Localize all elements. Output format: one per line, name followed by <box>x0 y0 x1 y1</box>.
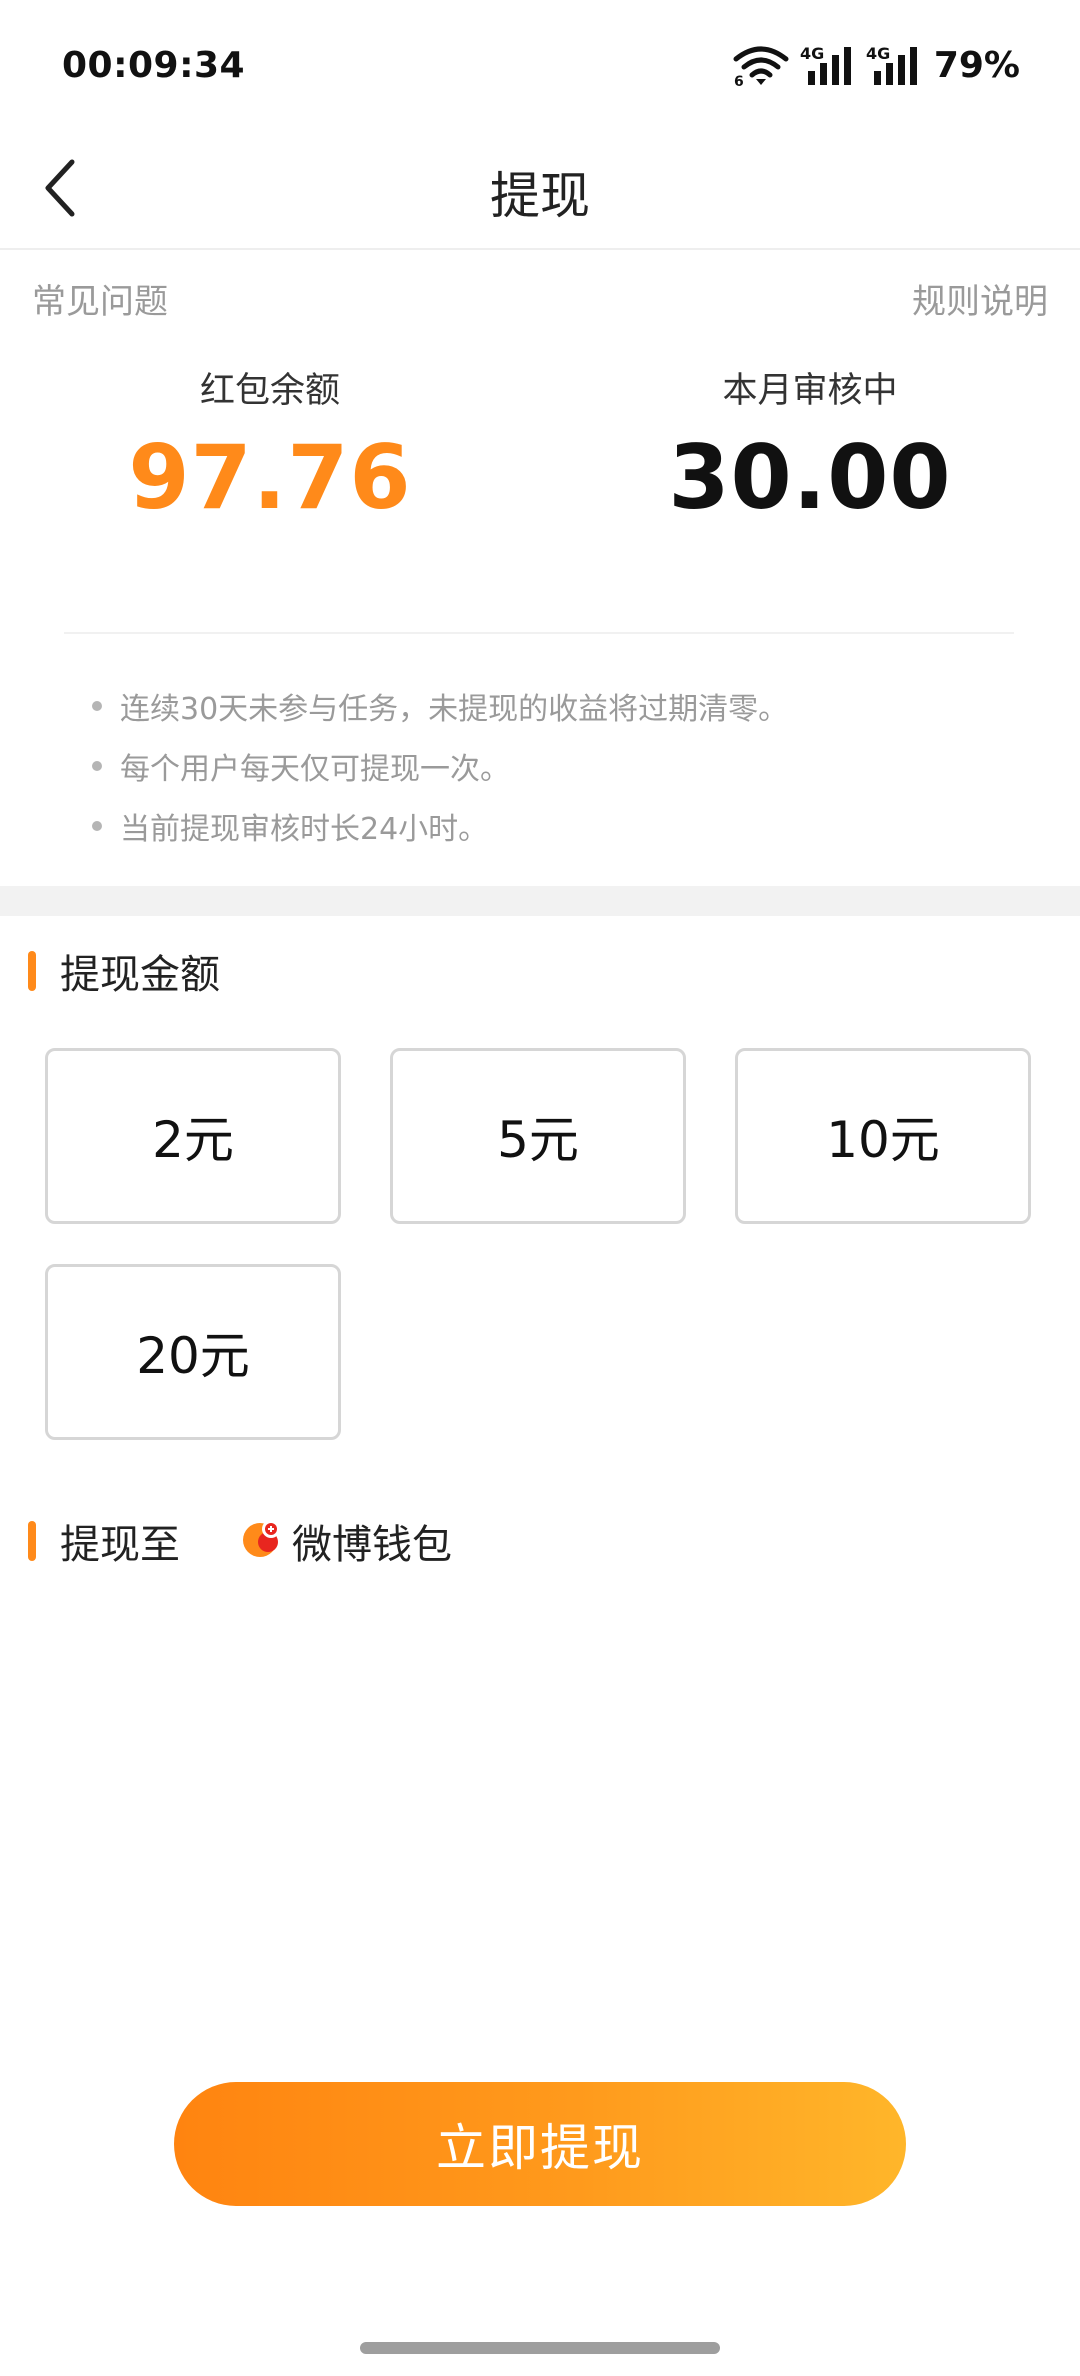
status-time: 00:09:34 <box>62 44 246 86</box>
network-label-2: 4G <box>866 44 890 63</box>
cellular-signal-icon-2: 4G <box>866 43 922 87</box>
amount-section-header: 提现金额 <box>28 942 220 1000</box>
wifi-label: 6 <box>734 74 744 87</box>
note-text: 每个用户每天仅可提现一次。 <box>120 752 510 787</box>
status-icons: 6 4G 4G 79% <box>732 43 1020 87</box>
note-text: 当前提现审核时长24小时。 <box>120 812 489 847</box>
bullet-icon <box>92 821 102 831</box>
destination-section-header: 提现至 微博钱包 <box>28 1512 452 1570</box>
weibo-wallet-icon <box>242 1518 284 1564</box>
withdraw-now-button[interactable]: 立即提现 <box>174 2082 906 2206</box>
notes-list: 连续30天未参与任务，未提现的收益将过期清零。 每个用户每天仅可提现一次。 当前… <box>92 676 1042 856</box>
battery-percentage: 79% <box>933 44 1020 86</box>
amount-option-5[interactable]: 5元 <box>390 1048 686 1224</box>
page-title: 提现 <box>490 167 590 225</box>
pending-review-value: 30.00 <box>668 426 952 529</box>
note-item: 连续30天未参与任务，未提现的收益将过期清零。 <box>92 676 1042 736</box>
cellular-signal-icon-1: 4G <box>800 43 856 87</box>
rules-link[interactable]: 规则说明 <box>912 274 1048 323</box>
top-links: 常见问题 规则说明 <box>0 270 1080 330</box>
pending-review-balance: 本月审核中 30.00 <box>540 362 1080 529</box>
bullet-icon <box>92 761 102 771</box>
divider <box>64 632 1014 634</box>
network-label-1: 4G <box>800 44 824 63</box>
destination-section-title: 提现至 <box>60 1522 180 1568</box>
status-bar: 00:09:34 6 4G 4G 79% <box>0 0 1080 130</box>
red-packet-balance-label: 红包余额 <box>199 371 340 411</box>
red-packet-balance-value: 97.76 <box>128 426 412 529</box>
section-accent-bar <box>28 951 36 991</box>
weibo-wallet-option[interactable]: 微博钱包 <box>242 1512 452 1570</box>
section-separator <box>0 886 1080 916</box>
home-indicator[interactable] <box>360 2342 720 2354</box>
note-text: 连续30天未参与任务，未提现的收益将过期清零。 <box>120 692 789 727</box>
amount-option-20[interactable]: 20元 <box>45 1264 341 1440</box>
pending-review-label: 本月审核中 <box>722 371 898 411</box>
note-item: 当前提现审核时长24小时。 <box>92 796 1042 856</box>
amount-option-2[interactable]: 2元 <box>45 1048 341 1224</box>
faq-link[interactable]: 常见问题 <box>32 274 168 323</box>
amount-section-title: 提现金额 <box>60 952 220 998</box>
wallet-name: 微博钱包 <box>292 1522 452 1568</box>
note-item: 每个用户每天仅可提现一次。 <box>92 736 1042 796</box>
section-accent-bar <box>28 1521 36 1561</box>
wifi-icon: 6 <box>732 43 790 87</box>
bullet-icon <box>92 701 102 711</box>
amount-option-10[interactable]: 10元 <box>735 1048 1031 1224</box>
red-packet-balance: 红包余额 97.76 <box>0 362 540 529</box>
nav-bar: 提现 <box>0 130 1080 250</box>
